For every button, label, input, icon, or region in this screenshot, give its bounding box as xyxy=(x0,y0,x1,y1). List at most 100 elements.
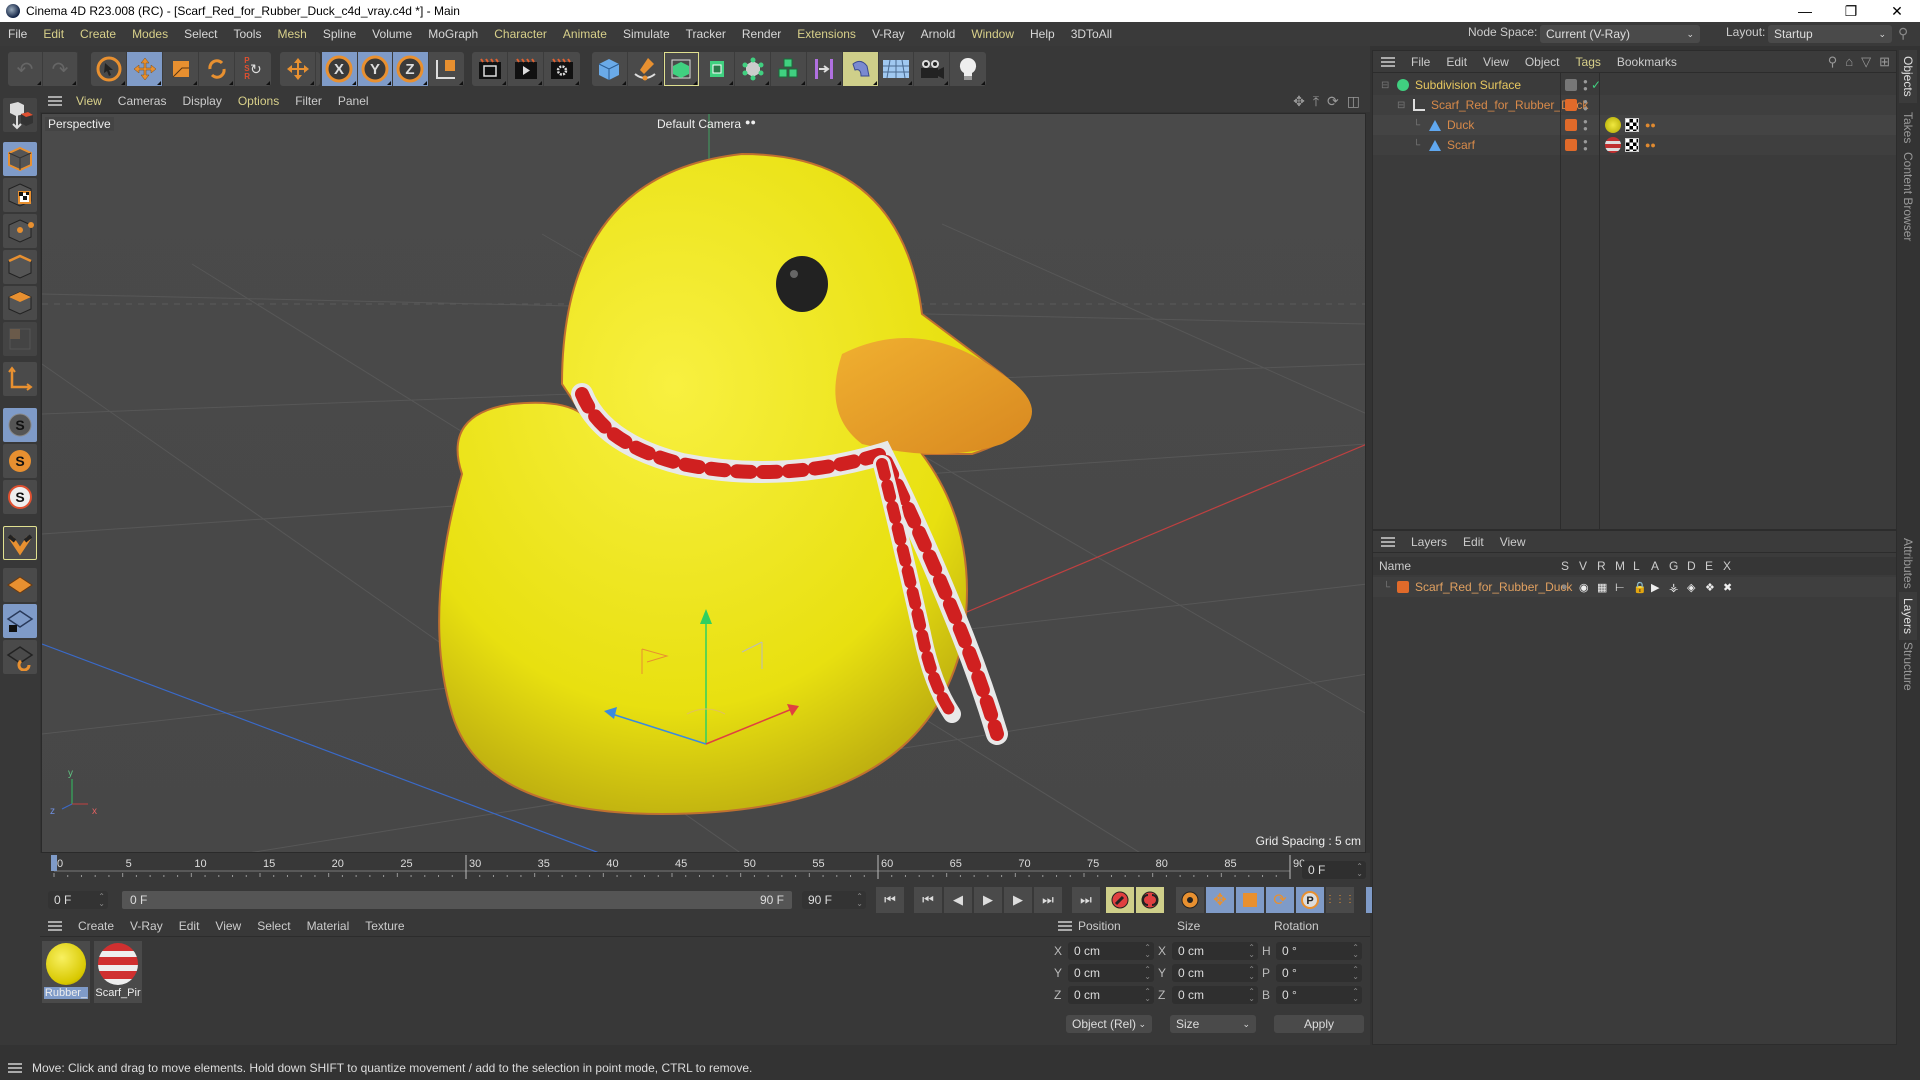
snap-icon[interactable] xyxy=(3,526,37,560)
spinner-icon[interactable]: ⌃ ⌄ xyxy=(1144,988,1151,1003)
workplane-lock-icon[interactable] xyxy=(3,604,37,638)
end-frame-field[interactable]: 90 F ⌃ ⌄ xyxy=(802,891,866,909)
object-menu-icon[interactable] xyxy=(1381,56,1395,67)
layer-column-e[interactable]: E xyxy=(1705,559,1713,573)
tab-content-browser[interactable]: Content Browser xyxy=(1899,146,1917,247)
next-key-icon[interactable]: ⏭ xyxy=(1034,887,1062,913)
coordinate-mode-dropdown[interactable]: Object (Rel) ⌄ xyxy=(1066,1015,1152,1033)
object-name[interactable]: Scarf xyxy=(1447,138,1475,152)
new-window-icon[interactable]: ⊞ xyxy=(1879,54,1890,70)
layer-column-v[interactable]: V xyxy=(1579,559,1587,573)
material-menu-material[interactable]: Material xyxy=(299,919,358,933)
render-icon[interactable]: ▦ xyxy=(1597,581,1607,594)
viewport-menu-cameras[interactable]: Cameras xyxy=(110,94,175,108)
transform-tool-icon[interactable] xyxy=(280,52,316,86)
minimize-button[interactable]: — xyxy=(1782,0,1828,22)
x-axis-lock-icon[interactable]: X xyxy=(322,52,358,86)
size-x-field[interactable]: 0 cm ⌃ ⌄ xyxy=(1172,942,1258,960)
key-pla-icon[interactable]: ⋮⋮⋮ xyxy=(1325,887,1355,913)
menu-arnold[interactable]: Arnold xyxy=(913,27,964,41)
render-settings-icon[interactable] xyxy=(544,52,580,86)
material-item[interactable]: Rubber_ xyxy=(42,941,90,1003)
size-mode-dropdown[interactable]: Size ⌄ xyxy=(1170,1015,1256,1033)
uv-mode-icon[interactable] xyxy=(3,322,37,356)
material-menu-view[interactable]: View xyxy=(207,919,249,933)
filter-icon[interactable]: ▽ xyxy=(1861,54,1871,70)
rotate-tool-icon[interactable] xyxy=(199,52,235,86)
size-z-field[interactable]: 0 cm ⌃ ⌄ xyxy=(1172,986,1258,1004)
menu-3dtoall[interactable]: 3DToAll xyxy=(1063,27,1120,41)
tab-objects[interactable]: Objects xyxy=(1899,50,1917,103)
axis-mode-icon[interactable] xyxy=(3,362,37,396)
menu-help[interactable]: Help xyxy=(1022,27,1063,41)
object-row[interactable]: └ Scarf ● ● ●● xyxy=(1373,135,1896,155)
visibility-dots-icon[interactable]: ● ● xyxy=(1583,78,1588,93)
layer-menu-icon[interactable] xyxy=(1381,536,1395,547)
tab-takes[interactable]: Takes xyxy=(1899,106,1917,149)
spinner-icon[interactable]: ⌃ ⌄ xyxy=(1248,988,1255,1003)
home-icon[interactable]: ⌂ xyxy=(1845,54,1853,70)
go-to-start-icon[interactable]: ⏮ xyxy=(876,887,904,913)
layer-column-name[interactable]: Name xyxy=(1379,559,1411,573)
keyframe-selection-icon[interactable] xyxy=(1176,887,1204,913)
deformers-icon[interactable]: ◈ xyxy=(1687,581,1695,594)
menu-render[interactable]: Render xyxy=(734,27,789,41)
object-row[interactable]: ⊟ Scarf_Red_for_Rubber_Duck ● ● xyxy=(1373,95,1896,115)
close-button[interactable]: ✕ xyxy=(1874,0,1920,22)
viewport-menu-options[interactable]: Options xyxy=(230,94,287,108)
scale-tool-icon[interactable] xyxy=(163,52,199,86)
material-item[interactable]: Scarf_Pir xyxy=(94,941,142,1003)
visibility-dots-icon[interactable]: ● ● xyxy=(1583,118,1588,133)
viewport-menu-icon[interactable] xyxy=(48,96,62,106)
search-icon[interactable]: ⚲ xyxy=(1828,54,1838,70)
layer-color-swatch[interactable] xyxy=(1565,99,1577,111)
position-z-field[interactable]: 0 cm ⌃ ⌄ xyxy=(1068,986,1154,1004)
layer-column-m[interactable]: M xyxy=(1615,559,1625,573)
object-menu-file[interactable]: File xyxy=(1403,55,1438,69)
visibility-dots-icon[interactable]: ● ● xyxy=(1583,98,1588,113)
layer-column-g[interactable]: G xyxy=(1669,559,1678,573)
extrude-icon[interactable] xyxy=(699,52,736,86)
layer-column-s[interactable]: S xyxy=(1561,559,1569,573)
psr-icon[interactable]: P S R ↻ xyxy=(235,52,271,86)
material-menu-texture[interactable]: Texture xyxy=(357,919,412,933)
vray-tag-icon[interactable]: ●● xyxy=(1645,140,1656,150)
light-icon[interactable] xyxy=(950,52,986,86)
rotation-b-field[interactable]: 0 ° ⌃ ⌄ xyxy=(1276,986,1362,1004)
material-menu-icon[interactable] xyxy=(48,920,62,931)
key-position-icon[interactable]: ✥ xyxy=(1206,887,1234,913)
model-mode-icon[interactable] xyxy=(3,142,37,176)
rotate-view-icon[interactable]: ⟳ xyxy=(1327,93,1339,110)
object-menu-view[interactable]: View xyxy=(1475,55,1517,69)
solo-hierarchy-icon[interactable]: S xyxy=(3,480,37,514)
spinner-icon[interactable]: ⌃ ⌄ xyxy=(1356,863,1363,878)
eye-icon[interactable]: ◉ xyxy=(1579,581,1589,594)
rotation-p-field[interactable]: 0 ° ⌃ ⌄ xyxy=(1276,964,1362,982)
expressions-icon[interactable]: ❖ xyxy=(1705,581,1715,594)
redo-icon[interactable]: ↷ xyxy=(43,52,78,86)
camera-label[interactable]: Default Camera ●● xyxy=(657,117,756,131)
edge-mode-icon[interactable] xyxy=(3,250,37,284)
vray-tag-icon[interactable]: ●● xyxy=(1645,120,1656,130)
toggle-layout-icon[interactable]: ◫ xyxy=(1347,93,1360,110)
key-scale-icon[interactable] xyxy=(1236,887,1264,913)
viewport-menu-view[interactable]: View xyxy=(68,94,110,108)
object-menu-object[interactable]: Object xyxy=(1517,55,1568,69)
start-frame-field[interactable]: 0 F ⌃ ⌄ xyxy=(48,891,108,909)
layer-column-x[interactable]: X xyxy=(1723,559,1731,573)
pen-icon[interactable] xyxy=(628,52,664,86)
subdivision-surface-icon[interactable] xyxy=(663,52,700,86)
menu-simulate[interactable]: Simulate xyxy=(615,27,678,41)
node-space-dropdown[interactable]: Current (V-Ray) ⌄ xyxy=(1540,25,1700,43)
collapse-icon[interactable]: ⊟ xyxy=(1397,100,1405,111)
menu-create[interactable]: Create xyxy=(72,27,124,41)
solo-icon[interactable]: S xyxy=(3,444,37,478)
menu-spline[interactable]: Spline xyxy=(315,27,364,41)
3d-viewport[interactable]: y z x Perspective Default Camera ●● Grid… xyxy=(41,113,1366,853)
point-mode-icon[interactable] xyxy=(3,214,37,248)
key-parameter-icon[interactable]: P xyxy=(1296,887,1324,913)
menu-character[interactable]: Character xyxy=(486,27,555,41)
collapse-icon[interactable]: ⊟ xyxy=(1381,80,1389,91)
menu-window[interactable]: Window xyxy=(963,27,1022,41)
viewport-menu-display[interactable]: Display xyxy=(174,94,229,108)
